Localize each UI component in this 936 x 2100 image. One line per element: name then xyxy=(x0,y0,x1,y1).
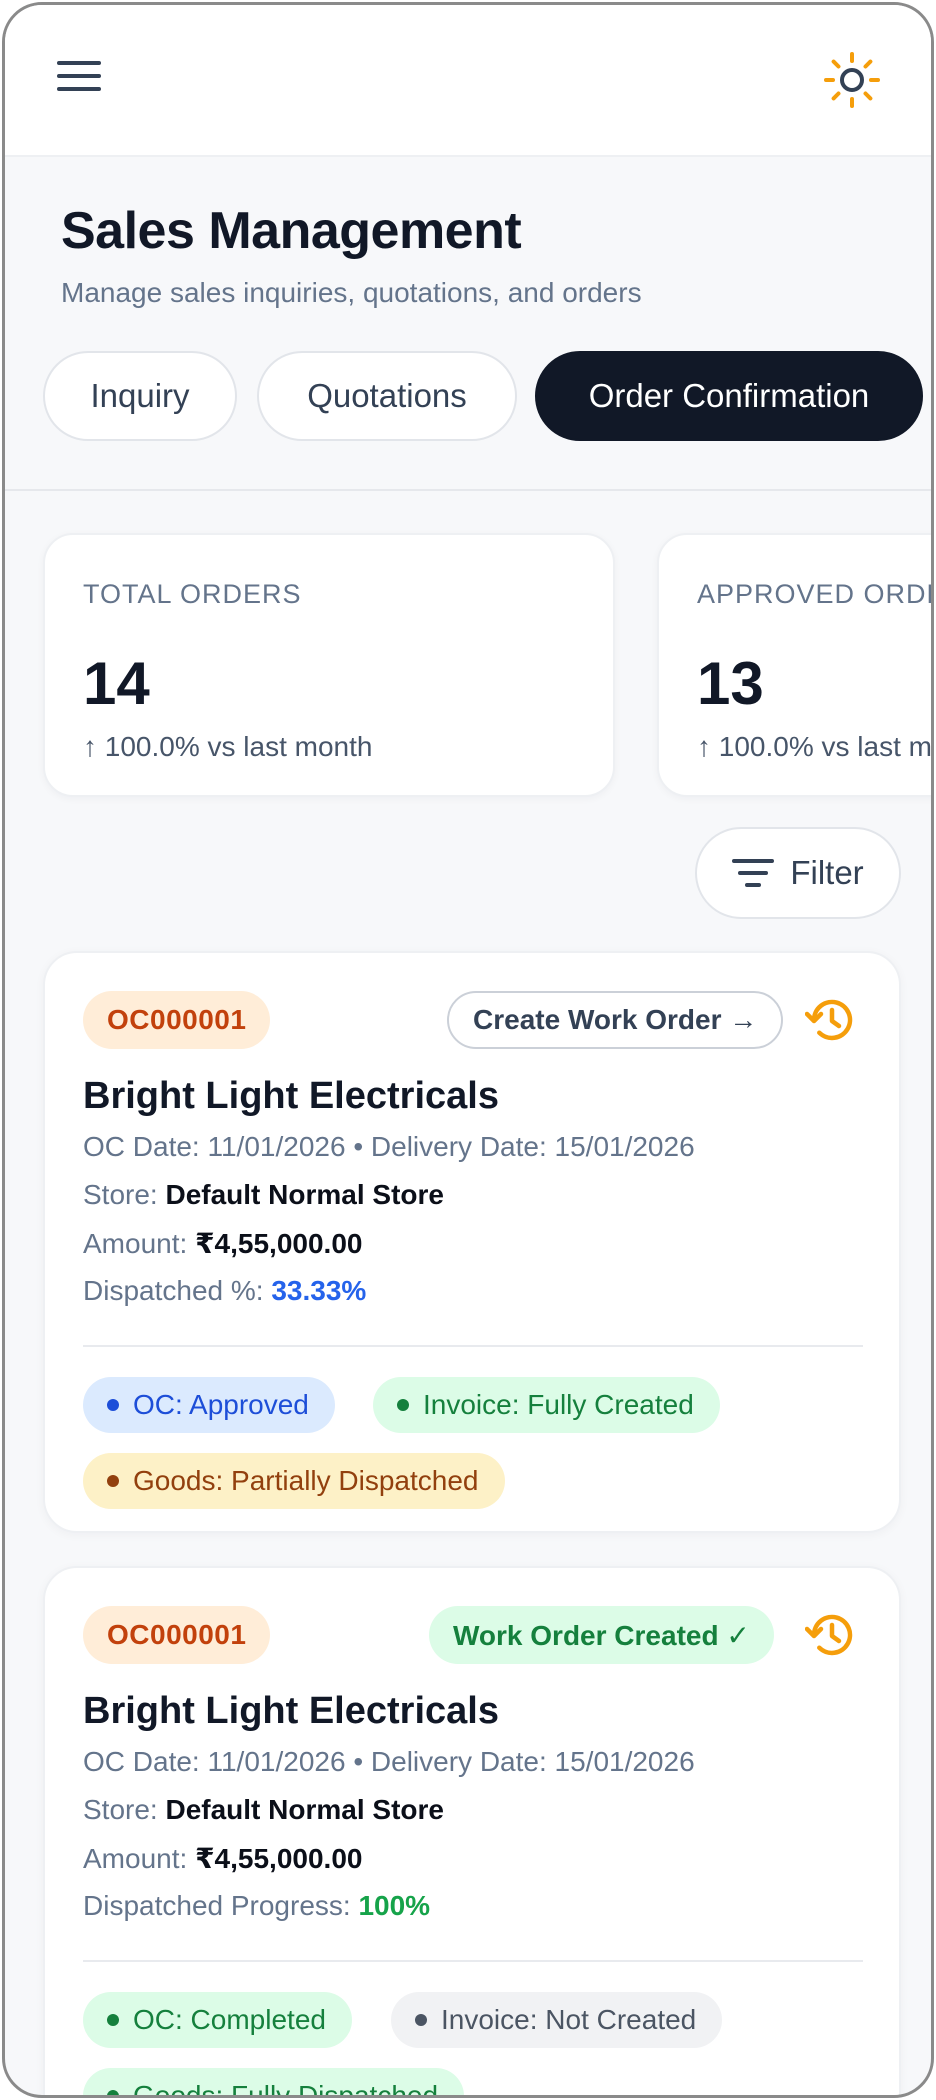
filter-lines-icon xyxy=(732,859,775,887)
history-icon[interactable] xyxy=(805,993,859,1047)
store-value: Default Normal Store xyxy=(165,1794,444,1825)
store-value: Default Normal Store xyxy=(165,1179,444,1210)
stat-value: 14 xyxy=(83,650,150,717)
amount-line: Amount: ₹4,55,000.00 xyxy=(83,1843,363,1874)
customer-name: Bright Light Electricals xyxy=(83,1075,499,1117)
divider xyxy=(5,489,931,491)
filter-label: Filter xyxy=(790,854,864,891)
dispatch-line: Dispatched Progress: 100% xyxy=(83,1890,431,1921)
tab-order-confirmation[interactable]: Order Confirmation xyxy=(535,351,923,441)
stat-card-total-orders: TOTAL ORDERS 14 ↑ 100.0% vs last month xyxy=(43,533,615,797)
divider xyxy=(83,1345,863,1347)
status-badge: Goods: Partially Dispatched xyxy=(83,1453,505,1509)
dispatch-percent: 33.33% xyxy=(271,1275,367,1306)
stat-change: ↑ 100.0% vs last month xyxy=(697,731,932,762)
stat-label: TOTAL ORDERS xyxy=(83,579,302,609)
stat-card-approved-orders: APPROVED ORDERS 13 ↑ 100.0% vs last mont… xyxy=(657,533,932,797)
order-id-badge: OC000001 xyxy=(83,991,271,1049)
order-dates: OC Date: 11/01/2026 • Delivery Date: 15/… xyxy=(83,1746,695,1777)
history-icon[interactable] xyxy=(805,1608,859,1662)
status-badge: OC: Completed xyxy=(83,1992,352,2048)
status-badge: OC: Approved xyxy=(83,1377,335,1433)
create-work-order-button[interactable]: Create Work Order → xyxy=(447,991,784,1049)
top-bar xyxy=(5,5,931,157)
stat-change: ↑ 100.0% vs last month xyxy=(83,731,373,762)
filter-button[interactable]: Filter xyxy=(695,827,901,919)
store-line: Store: Default Normal Store xyxy=(83,1179,444,1210)
hamburger-menu-icon[interactable] xyxy=(57,61,105,97)
divider xyxy=(83,1960,863,1962)
order-dates: OC Date: 11/01/2026 • Delivery Date: 15/… xyxy=(83,1131,695,1162)
amount-value: ₹4,55,000.00 xyxy=(195,1843,363,1874)
amount-line: Amount: ₹4,55,000.00 xyxy=(83,1228,363,1259)
page-subtitle: Manage sales inquiries, quotations, and … xyxy=(61,277,642,308)
dispatch-percent: 100% xyxy=(358,1890,431,1921)
amount-value: ₹4,55,000.00 xyxy=(195,1228,363,1259)
stat-label: APPROVED ORDERS xyxy=(697,579,931,609)
tab-quotations[interactable]: Quotations xyxy=(257,351,517,441)
customer-name: Bright Light Electricals xyxy=(83,1690,499,1732)
status-badge: Goods: Fully Dispatched xyxy=(83,2068,465,2095)
tab-inquiry[interactable]: Inquiry xyxy=(43,351,237,441)
status-badge: Invoice: Not Created xyxy=(391,1992,723,2048)
page-title: Sales Management xyxy=(61,202,522,260)
order-card[interactable]: OC000001 Create Work Order → Bright Ligh… xyxy=(43,951,901,1533)
store-line: Store: Default Normal Store xyxy=(83,1794,444,1825)
sun-icon[interactable] xyxy=(823,51,881,109)
status-badge: Invoice: Fully Created xyxy=(373,1377,720,1433)
dispatch-line: Dispatched %: 33.33% xyxy=(83,1275,367,1306)
work-order-created-status: Work Order Created ✓ xyxy=(429,1606,774,1664)
app-frame: Sales Management Manage sales inquiries,… xyxy=(2,2,934,2098)
order-card[interactable]: OC000001 Work Order Created ✓ Bright Lig… xyxy=(43,1566,901,2095)
order-id-badge: OC000001 xyxy=(83,1606,271,1664)
stat-value: 13 xyxy=(697,650,764,717)
